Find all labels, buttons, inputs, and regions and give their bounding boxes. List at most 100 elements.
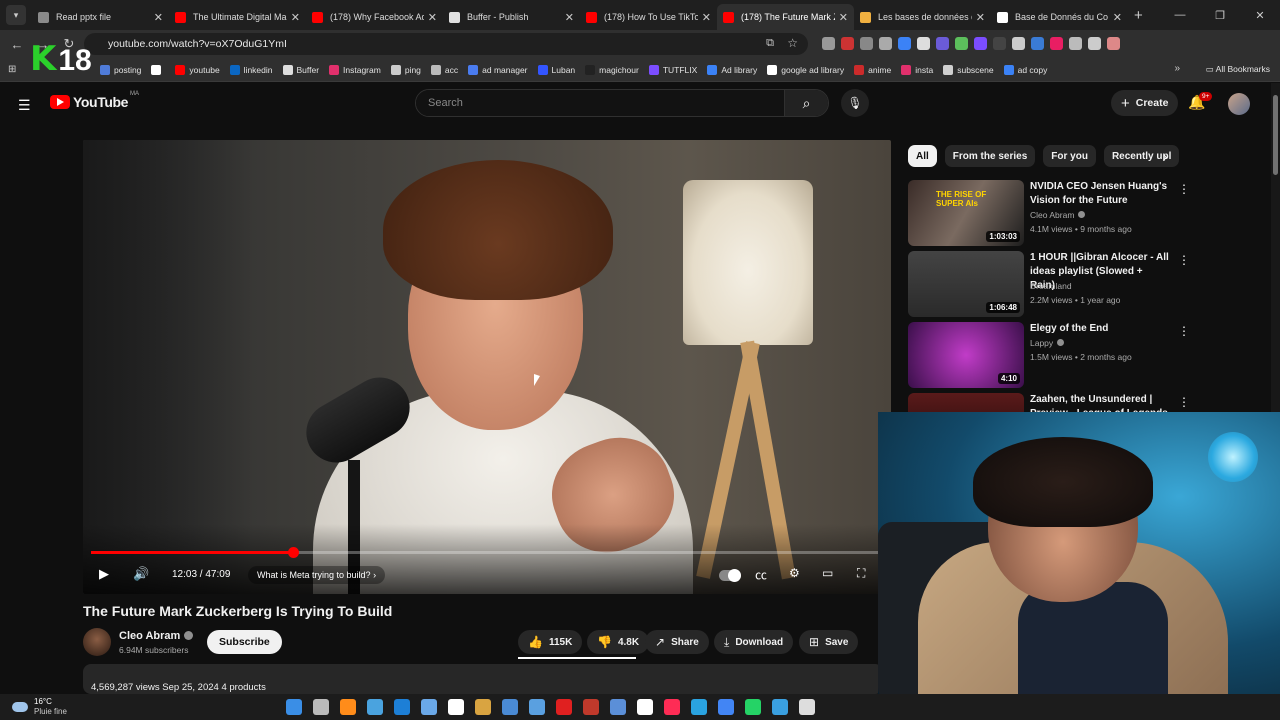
back-icon[interactable]: ← (4, 37, 30, 52)
save-button[interactable]: ⊞ Save (799, 630, 859, 654)
recommendation-title[interactable]: NVIDIA CEO Jensen Huang's Vision for the… (1030, 180, 1170, 208)
tab-close-icon[interactable]: ✕ (1113, 11, 1122, 24)
bookmark-item[interactable]: Instagram (329, 64, 381, 75)
extension-icon[interactable] (993, 37, 1006, 50)
scrollbar-thumb[interactable] (1273, 95, 1278, 175)
bookmark-item[interactable]: posting (100, 64, 141, 75)
taskbar-app-icon[interactable] (610, 699, 626, 715)
taskbar-app-icon[interactable] (340, 699, 356, 715)
account-avatar[interactable] (1228, 93, 1250, 115)
browser-tab[interactable]: (178) How To Use TikTo ✕ (580, 4, 717, 30)
taskbar-app-icon[interactable] (367, 699, 383, 715)
extension-icon[interactable] (898, 37, 911, 50)
recommendation-item[interactable]: 1:06:48 1 HOUR ||Gibran Alcocer - All ide… (908, 251, 1198, 317)
taskbar-app-icon[interactable] (799, 699, 815, 715)
recommendation-thumbnail[interactable] (908, 393, 1024, 412)
chapter-button[interactable]: What is Meta trying to build? › (248, 566, 386, 584)
more-bookmarks-icon[interactable]: » (1174, 63, 1180, 74)
recommendation-title[interactable]: Zaahen, the Unsundered | Preview - Leagu… (1030, 393, 1170, 412)
weather-widget[interactable]: 16°C Pluie fine (12, 694, 67, 720)
minimize-icon[interactable]: — (1160, 9, 1200, 21)
recommendation-thumbnail[interactable]: 1:06:48 (908, 251, 1024, 317)
tab-close-icon[interactable]: ✕ (702, 11, 711, 24)
extension-icon[interactable] (841, 37, 854, 50)
tab-close-icon[interactable]: ✕ (154, 11, 163, 24)
more-options-icon[interactable]: ⋮ (1178, 324, 1190, 338)
bookmark-item[interactable]: acc (430, 64, 458, 75)
more-options-icon[interactable]: ⋮ (1178, 253, 1190, 267)
taskbar-app-icon[interactable] (502, 699, 518, 715)
create-button[interactable]: + Create (1111, 90, 1179, 116)
bookmark-item[interactable] (151, 64, 165, 75)
play-icon[interactable]: ▶ (99, 566, 109, 582)
bookmark-item[interactable]: anime (854, 64, 891, 75)
extension-icon[interactable] (955, 37, 968, 50)
recommendation-title[interactable]: Elegy of the End (1030, 322, 1170, 336)
bookmark-item[interactable]: linkedin (229, 64, 273, 75)
close-window-icon[interactable]: ✕ (1240, 9, 1280, 22)
url-bar[interactable]: youtube.com/watch?v=oX7OduG1YmI ⧉ ☆ (84, 33, 808, 55)
fullscreen-icon[interactable]: ⛶ (857, 566, 865, 581)
extension-icon[interactable] (1012, 37, 1025, 50)
tab-close-icon[interactable]: ✕ (291, 11, 300, 24)
dislike-button[interactable]: 👎 4.8K (587, 630, 650, 654)
taskbar-app-icon[interactable] (583, 699, 599, 715)
browser-tab[interactable]: Read pptx file ✕ (32, 4, 169, 30)
bookmark-item[interactable]: Buffer (282, 64, 319, 75)
all-bookmarks-link[interactable]: ▭ All Bookmarks (1206, 64, 1270, 75)
browser-tab[interactable]: (178) Why Facebook Ad ✕ (306, 4, 443, 30)
filter-chip[interactable]: For you (1043, 145, 1096, 167)
tab-search-icon[interactable]: ▾ (6, 5, 26, 25)
video-progress-bar[interactable] (91, 547, 883, 558)
more-options-icon[interactable]: ⋮ (1178, 182, 1190, 196)
taskbar-app-icon[interactable] (718, 699, 734, 715)
new-tab-icon[interactable]: + (1134, 7, 1143, 24)
bookmark-item[interactable]: insta (901, 64, 933, 75)
recommendation-item[interactable]: 4:10 Elegy of the End Lappy 1.5M views • 2 … (908, 322, 1198, 388)
taskbar-app-icon[interactable] (691, 699, 707, 715)
menu-icon[interactable]: ☰ (18, 97, 32, 114)
bookmark-item[interactable]: ad manager (468, 64, 528, 75)
extension-icon[interactable] (860, 37, 873, 50)
extension-icon[interactable] (1050, 37, 1063, 50)
install-app-icon[interactable]: ⧉ (766, 37, 774, 50)
volume-icon[interactable]: 🔊 (133, 566, 149, 582)
recommendation-thumbnail[interactable]: 4:10 (908, 322, 1024, 388)
bookmark-item[interactable]: TUTFLIX (648, 64, 697, 75)
extension-icon[interactable] (1107, 37, 1120, 50)
more-options-icon[interactable]: ⋮ (1178, 395, 1190, 409)
maximize-icon[interactable]: ❐ (1200, 9, 1240, 22)
recommendation-channel[interactable]: Lappy (1030, 338, 1065, 348)
bookmark-item[interactable]: Ad library (707, 64, 757, 75)
tab-close-icon[interactable]: ✕ (839, 11, 848, 24)
taskbar-app-icon[interactable] (529, 699, 545, 715)
search-input[interactable]: Search (416, 90, 784, 116)
bookmark-star-icon[interactable]: ☆ (787, 36, 798, 50)
browser-tab[interactable]: The Ultimate Digital Ma ✕ (169, 4, 306, 30)
recommendation-channel[interactable]: Dreamland (1030, 281, 1072, 291)
channel-avatar[interactable] (83, 628, 111, 656)
extension-icon[interactable] (1069, 37, 1082, 50)
autoplay-toggle[interactable] (719, 569, 741, 582)
subscribe-button[interactable]: Subscribe (207, 630, 282, 654)
extension-icon[interactable] (917, 37, 930, 50)
youtube-logo[interactable]: YouTube MA (50, 91, 139, 110)
taskbar-app-icon[interactable] (394, 699, 410, 715)
taskbar-app-icon[interactable] (772, 699, 788, 715)
taskbar-app-icon[interactable] (637, 699, 653, 715)
extension-icon[interactable] (1088, 37, 1101, 50)
channel-name[interactable]: Cleo Abram (119, 630, 194, 642)
filter-chip[interactable]: From the series (944, 145, 1036, 167)
browser-tab[interactable]: Buffer - Publish ✕ (443, 4, 580, 30)
extension-icon[interactable] (974, 37, 987, 50)
chips-next-icon[interactable]: › (1163, 149, 1167, 164)
filter-chip[interactable]: Recently upl (1103, 145, 1180, 167)
theater-mode-icon[interactable]: ▭ (822, 566, 833, 580)
taskbar-app-icon[interactable] (475, 699, 491, 715)
tab-close-icon[interactable]: ✕ (428, 11, 437, 24)
taskbar-app-icon[interactable] (448, 699, 464, 715)
taskbar-app-icon[interactable] (745, 699, 761, 715)
recommendation-thumbnail[interactable]: THE RISE OF SUPER AIs 1:03:03 (908, 180, 1024, 246)
taskbar-app-icon[interactable] (421, 699, 437, 715)
extension-icon[interactable] (822, 37, 835, 50)
